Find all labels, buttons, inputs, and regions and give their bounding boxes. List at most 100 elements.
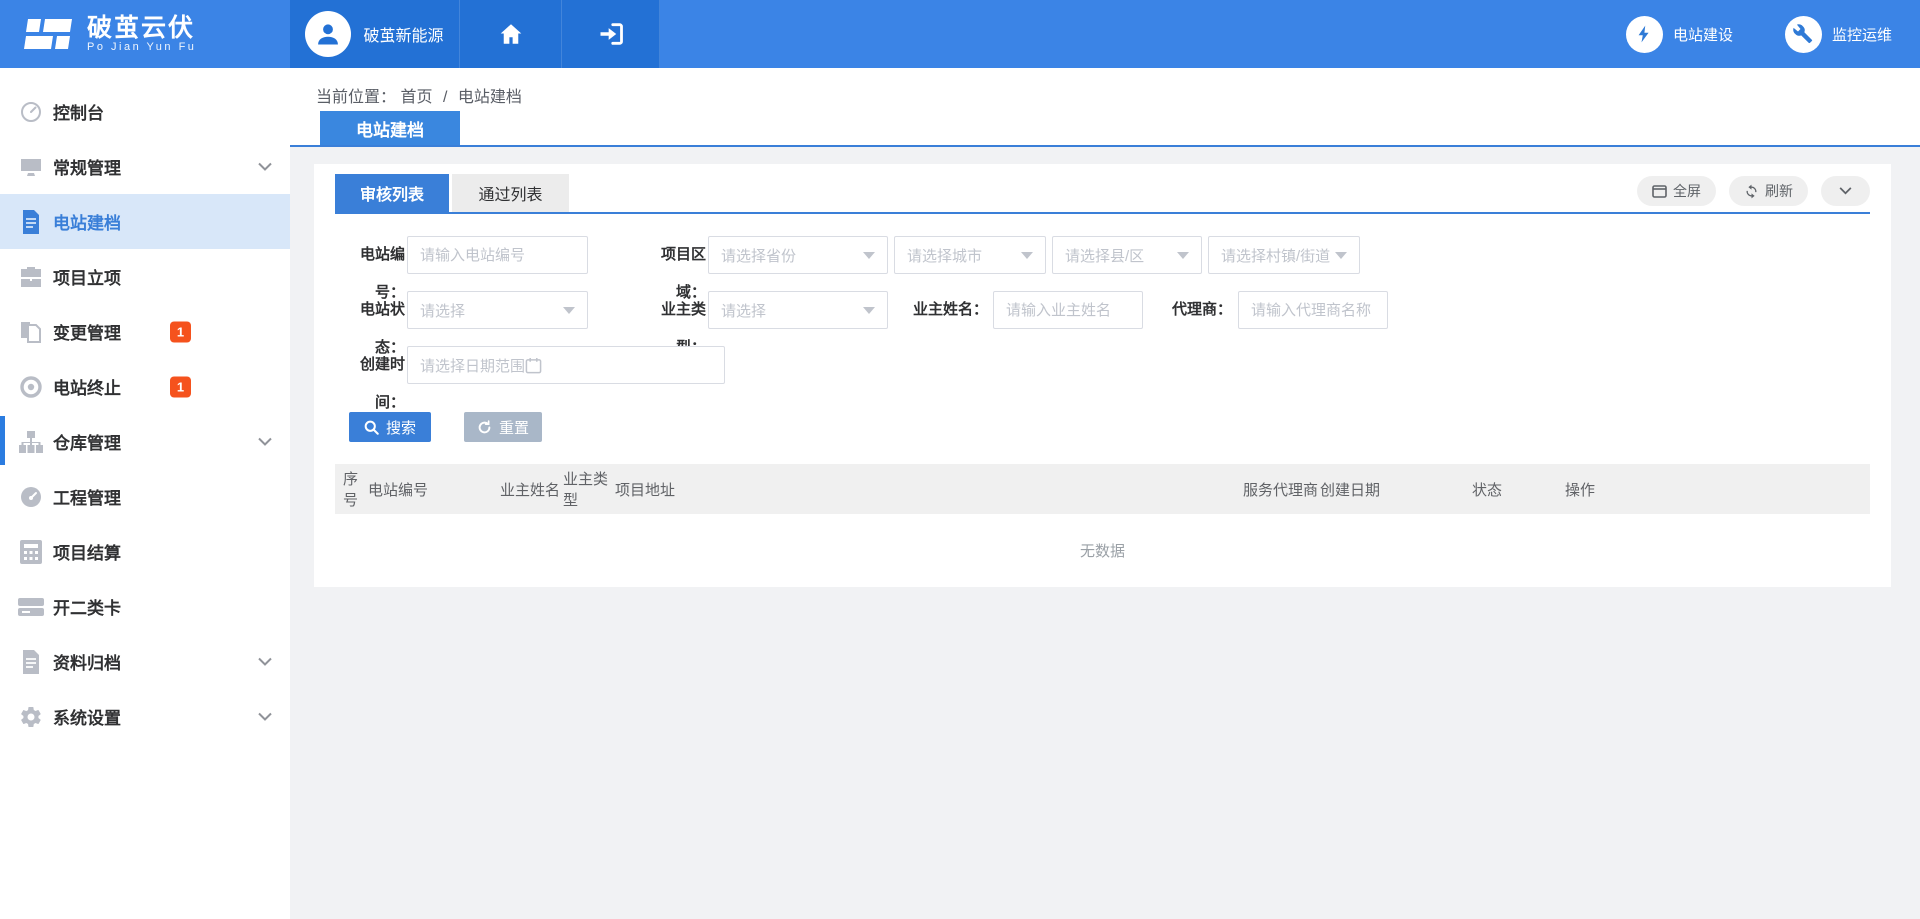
filter-form: 电站编号： 项目区域： 请选择省份 请选择城市 请选择县/区 <box>335 214 1870 442</box>
nav-monitor-ops-label: 监控运维 <box>1832 24 1892 45</box>
chevron-down-icon <box>258 712 272 721</box>
panel-tabs: 审核列表 通过列表 全屏 <box>335 174 1870 214</box>
agent-input[interactable] <box>1238 291 1388 329</box>
reset-icon <box>477 420 492 435</box>
chevron-down-icon <box>258 437 272 446</box>
sidebar-item-project-initiation[interactable]: 项目立项 <box>0 249 290 304</box>
col-seq: 序号 <box>343 468 368 510</box>
gauge-icon <box>18 100 44 124</box>
tab-passed-list[interactable]: 通过列表 <box>452 174 569 212</box>
nav-station-build[interactable]: 电站建设 <box>1626 16 1733 53</box>
sidebar-item-engineering-mgmt[interactable]: 工程管理 <box>0 469 290 524</box>
agent-label: 代理商： <box>1160 291 1232 329</box>
select-arrow-icon <box>1177 252 1189 259</box>
breadcrumb: 当前位置： 首页 / 电站建档 <box>316 89 522 106</box>
dashboard-icon <box>18 485 44 509</box>
select-arrow-icon <box>1335 252 1347 259</box>
badge-count: 1 <box>170 376 191 397</box>
lightning-icon <box>1626 16 1663 53</box>
main-area: 当前位置： 首页 / 电站建档 电站建档 审核列表 通过列表 <box>290 68 1920 919</box>
sitemap-icon <box>18 430 44 454</box>
date-range-picker[interactable]: 请选择日期范围 <box>407 346 725 384</box>
create-time-label: 创建时间： <box>335 346 405 422</box>
home-icon <box>498 21 524 47</box>
home-button[interactable] <box>460 0 562 68</box>
col-station-no: 电站编号 <box>368 479 500 500</box>
village-select[interactable]: 请选择村镇/街道 <box>1208 236 1360 274</box>
archive-icon <box>18 650 44 674</box>
nav-station-build-label: 电站建设 <box>1673 24 1733 45</box>
sidebar-item-warehouse-mgmt[interactable]: 仓库管理 <box>0 414 290 469</box>
refresh-button[interactable]: 刷新 <box>1729 176 1808 206</box>
user-icon <box>314 20 342 48</box>
sign-out-button[interactable] <box>562 0 660 68</box>
col-actions: 操作 <box>1565 479 1595 500</box>
sidebar: 控制台 常规管理 电站建档 项目立项 <box>0 68 290 919</box>
panel-card: 审核列表 通过列表 全屏 <box>314 164 1891 587</box>
top-header: 破茧云伏 Po Jian Yun Fu 破茧新能源 <box>0 0 1920 68</box>
table-header-row: 序号 电站编号 业主姓名 业主类型 项目地址 服务代理商 创建日期 状态 操作 <box>335 464 1870 514</box>
filter-row-2: 电站状态： 请选择 业主类型： 请选择 业主姓名： 代理商： <box>335 291 1870 329</box>
calendar-icon <box>525 357 542 374</box>
station-no-input[interactable] <box>407 236 588 274</box>
sidebar-item-general-mgmt[interactable]: 常规管理 <box>0 139 290 194</box>
panel-toolbar: 全屏 刷新 <box>1637 176 1870 212</box>
filter-row-3: 创建时间： 请选择日期范围 <box>335 346 1870 384</box>
sidebar-item-open-type2-card[interactable]: 开二类卡 <box>0 579 290 634</box>
chevron-down-icon <box>258 657 272 666</box>
brand-subtitle: Po Jian Yun Fu <box>87 41 196 53</box>
breadcrumb-separator: / <box>443 89 447 106</box>
col-owner-name: 业主姓名 <box>500 479 563 500</box>
user-menu[interactable]: 破茧新能源 <box>290 0 460 68</box>
col-create-date: 创建日期 <box>1320 479 1472 500</box>
breadcrumb-current: 电站建档 <box>458 89 522 106</box>
collapse-button[interactable] <box>1821 176 1870 206</box>
county-select[interactable]: 请选择县/区 <box>1052 236 1202 274</box>
owner-type-select[interactable]: 请选择 <box>708 291 888 329</box>
sidebar-item-project-settlement[interactable]: 项目结算 <box>0 524 290 579</box>
col-service-agent: 服务代理商 <box>1243 479 1320 500</box>
empty-state: 无数据 <box>335 514 1870 587</box>
sidebar-item-change-mgmt[interactable]: 变更管理 1 <box>0 304 290 359</box>
owner-name-label: 业主姓名： <box>900 291 988 329</box>
record-icon <box>18 375 44 399</box>
sidebar-item-station-archive[interactable]: 电站建档 <box>0 194 290 249</box>
fullscreen-icon <box>1652 185 1667 198</box>
results-table: 序号 电站编号 业主姓名 业主类型 项目地址 服务代理商 创建日期 状态 操作 … <box>335 464 1870 587</box>
page-tab-station-archive[interactable]: 电站建档 <box>320 111 460 145</box>
breadcrumb-bar: 当前位置： 首页 / 电站建档 电站建档 <box>290 68 1920 147</box>
bank-card-icon <box>18 595 44 619</box>
brand-logo-icon <box>24 16 74 52</box>
nav-monitor-ops[interactable]: 监控运维 <box>1785 16 1892 53</box>
avatar <box>305 11 351 57</box>
col-owner-type: 业主类型 <box>563 468 615 510</box>
reset-button[interactable]: 重置 <box>464 412 542 442</box>
refresh-icon <box>1744 184 1759 199</box>
tab-review-list[interactable]: 审核列表 <box>335 174 449 212</box>
gear-icon <box>18 705 44 729</box>
select-arrow-icon <box>863 252 875 259</box>
calculator-icon <box>18 540 44 564</box>
copy-icon <box>18 320 44 344</box>
sign-in-arrow-icon <box>597 20 625 48</box>
select-arrow-icon <box>863 307 875 314</box>
province-select[interactable]: 请选择省份 <box>708 236 888 274</box>
sidebar-item-console[interactable]: 控制台 <box>0 84 290 139</box>
brand-logo: 破茧云伏 Po Jian Yun Fu <box>0 0 290 68</box>
briefcase-icon <box>18 265 44 289</box>
station-status-select[interactable]: 请选择 <box>407 291 588 329</box>
sidebar-item-system-settings[interactable]: 系统设置 <box>0 689 290 744</box>
monitor-icon <box>18 155 44 179</box>
owner-name-input[interactable] <box>993 291 1143 329</box>
filter-row-1: 电站编号： 项目区域： 请选择省份 请选择城市 请选择县/区 <box>335 236 1870 274</box>
fullscreen-button[interactable]: 全屏 <box>1637 176 1716 206</box>
select-arrow-icon <box>1021 252 1033 259</box>
city-select[interactable]: 请选择城市 <box>894 236 1046 274</box>
document-icon <box>18 210 44 234</box>
sidebar-item-station-terminate[interactable]: 电站终止 1 <box>0 359 290 414</box>
breadcrumb-home[interactable]: 首页 <box>400 89 432 106</box>
breadcrumb-prefix: 当前位置： <box>316 89 396 106</box>
sidebar-item-data-archive[interactable]: 资料归档 <box>0 634 290 689</box>
brand-title: 破茧云伏 <box>87 15 196 41</box>
company-name: 破茧新能源 <box>363 22 443 46</box>
